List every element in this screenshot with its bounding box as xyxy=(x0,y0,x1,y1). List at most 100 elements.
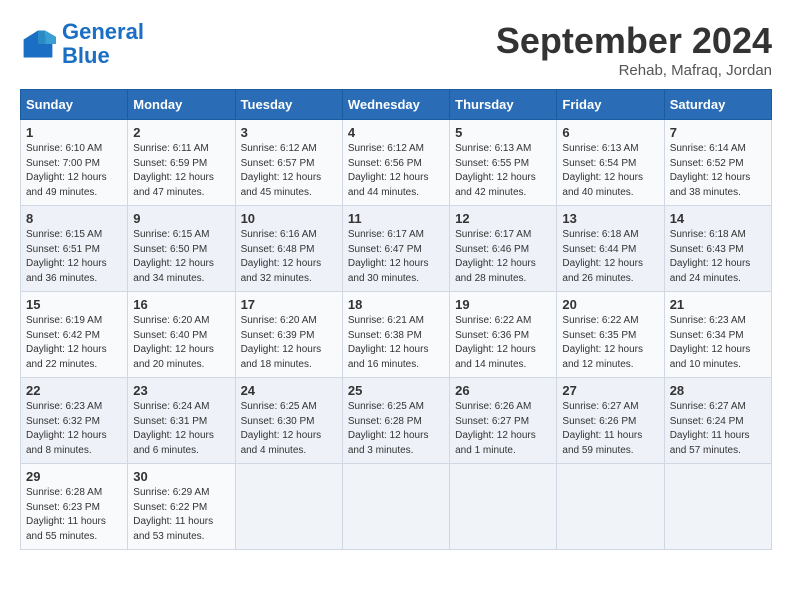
day-number: 13 xyxy=(562,211,658,226)
day-info: Sunrise: 6:11 AM Sunset: 6:59 PM Dayligh… xyxy=(133,142,229,200)
title-block: September 2024 Rehab, Mafraq, Jordan xyxy=(496,20,772,79)
day-info: Sunrise: 6:13 AM Sunset: 6:54 PM Dayligh… xyxy=(562,142,658,200)
calendar-cell: 27 Sunrise: 6:27 AM Sunset: 6:26 PM Dayli… xyxy=(557,378,664,464)
day-number: 20 xyxy=(562,297,658,312)
column-header-thursday: Thursday xyxy=(450,90,557,120)
day-number: 21 xyxy=(670,297,766,312)
calendar-cell: 2 Sunrise: 6:11 AM Sunset: 6:59 PM Daylig… xyxy=(128,120,235,206)
day-info: Sunrise: 6:24 AM Sunset: 6:31 PM Dayligh… xyxy=(133,400,229,458)
calendar-cell: 29Sunrise: 6:28 AM Sunset: 6:23 PM Dayli… xyxy=(21,464,128,550)
calendar-cell: 23 Sunrise: 6:24 AM Sunset: 6:31 PM Dayli… xyxy=(128,378,235,464)
page-header: General Blue September 2024 Rehab, Mafra… xyxy=(20,20,772,79)
day-number: 11 xyxy=(348,211,444,226)
calendar-cell: 28 Sunrise: 6:27 AM Sunset: 6:24 PM Dayli… xyxy=(664,378,771,464)
day-number: 28 xyxy=(670,383,766,398)
day-number: 30 xyxy=(133,469,229,484)
calendar-cell: 19Sunrise: 6:22 AM Sunset: 6:36 PM Dayli… xyxy=(450,292,557,378)
day-info: Sunrise: 6:12 AM Sunset: 6:57 PM Dayligh… xyxy=(241,142,337,200)
day-number: 2 xyxy=(133,125,229,140)
location-subtitle: Rehab, Mafraq, Jordan xyxy=(496,62,772,79)
day-info: Sunrise: 6:16 AM Sunset: 6:48 PM Dayligh… xyxy=(241,228,337,286)
day-info: Sunrise: 6:22 AM Sunset: 6:36 PM Dayligh… xyxy=(455,314,551,372)
logo-text: General Blue xyxy=(62,20,144,68)
calendar-cell xyxy=(450,464,557,550)
calendar-cell: 16 Sunrise: 6:20 AM Sunset: 6:40 PM Dayli… xyxy=(128,292,235,378)
day-number: 23 xyxy=(133,383,229,398)
calendar-cell: 12 Sunrise: 6:17 AM Sunset: 6:46 PM Dayli… xyxy=(450,206,557,292)
day-info: Sunrise: 6:20 AM Sunset: 6:39 PM Dayligh… xyxy=(241,314,337,372)
day-number: 10 xyxy=(241,211,337,226)
day-number: 8 xyxy=(26,211,122,226)
day-info: Sunrise: 6:25 AM Sunset: 6:28 PM Dayligh… xyxy=(348,400,444,458)
day-info: Sunrise: 6:27 AM Sunset: 6:24 PM Dayligh… xyxy=(670,400,766,458)
day-info: Sunrise: 6:27 AM Sunset: 6:26 PM Dayligh… xyxy=(562,400,658,458)
calendar-cell: 1 Sunrise: 6:10 AM Sunset: 7:00 PM Daylig… xyxy=(21,120,128,206)
calendar-cell: 17 Sunrise: 6:20 AM Sunset: 6:39 PM Dayli… xyxy=(235,292,342,378)
month-title: September 2024 xyxy=(496,20,772,62)
day-number: 3 xyxy=(241,125,337,140)
calendar-cell xyxy=(342,464,449,550)
day-number: 26 xyxy=(455,383,551,398)
calendar-week-5: 29Sunrise: 6:28 AM Sunset: 6:23 PM Dayli… xyxy=(21,464,772,550)
day-info: Sunrise: 6:10 AM Sunset: 7:00 PM Dayligh… xyxy=(26,142,122,200)
day-info: Sunrise: 6:20 AM Sunset: 6:40 PM Dayligh… xyxy=(133,314,229,372)
day-number: 22 xyxy=(26,383,122,398)
column-header-sunday: Sunday xyxy=(21,90,128,120)
calendar-cell: 24Sunrise: 6:25 AM Sunset: 6:30 PM Dayli… xyxy=(235,378,342,464)
day-info: Sunrise: 6:23 AM Sunset: 6:34 PM Dayligh… xyxy=(670,314,766,372)
calendar-header-row: SundayMondayTuesdayWednesdayThursdayFrid… xyxy=(21,90,772,120)
day-info: Sunrise: 6:18 AM Sunset: 6:44 PM Dayligh… xyxy=(562,228,658,286)
column-header-saturday: Saturday xyxy=(664,90,771,120)
calendar-cell: 18 Sunrise: 6:21 AM Sunset: 6:38 PM Dayli… xyxy=(342,292,449,378)
calendar-cell: 10 Sunrise: 6:16 AM Sunset: 6:48 PM Dayli… xyxy=(235,206,342,292)
day-info: Sunrise: 6:21 AM Sunset: 6:38 PM Dayligh… xyxy=(348,314,444,372)
calendar-cell: 30 Sunrise: 6:29 AM Sunset: 6:22 PM Dayli… xyxy=(128,464,235,550)
calendar-cell: 21 Sunrise: 6:23 AM Sunset: 6:34 PM Dayli… xyxy=(664,292,771,378)
calendar-week-3: 15Sunrise: 6:19 AM Sunset: 6:42 PM Dayli… xyxy=(21,292,772,378)
day-number: 18 xyxy=(348,297,444,312)
calendar-cell: 26 Sunrise: 6:26 AM Sunset: 6:27 PM Dayli… xyxy=(450,378,557,464)
calendar-cell: 9 Sunrise: 6:15 AM Sunset: 6:50 PM Daylig… xyxy=(128,206,235,292)
logo: General Blue xyxy=(20,20,144,68)
day-number: 1 xyxy=(26,125,122,140)
calendar-cell: 5 Sunrise: 6:13 AM Sunset: 6:55 PM Daylig… xyxy=(450,120,557,206)
day-info: Sunrise: 6:15 AM Sunset: 6:51 PM Dayligh… xyxy=(26,228,122,286)
day-number: 29 xyxy=(26,469,122,484)
day-number: 6 xyxy=(562,125,658,140)
day-info: Sunrise: 6:17 AM Sunset: 6:46 PM Dayligh… xyxy=(455,228,551,286)
day-info: Sunrise: 6:22 AM Sunset: 6:35 PM Dayligh… xyxy=(562,314,658,372)
calendar-cell xyxy=(664,464,771,550)
day-info: Sunrise: 6:29 AM Sunset: 6:22 PM Dayligh… xyxy=(133,486,229,544)
day-number: 25 xyxy=(348,383,444,398)
calendar-cell: 6 Sunrise: 6:13 AM Sunset: 6:54 PM Daylig… xyxy=(557,120,664,206)
day-number: 7 xyxy=(670,125,766,140)
calendar-cell: 3 Sunrise: 6:12 AM Sunset: 6:57 PM Daylig… xyxy=(235,120,342,206)
day-info: Sunrise: 6:23 AM Sunset: 6:32 PM Dayligh… xyxy=(26,400,122,458)
day-info: Sunrise: 6:25 AM Sunset: 6:30 PM Dayligh… xyxy=(241,400,337,458)
calendar-cell: 8 Sunrise: 6:15 AM Sunset: 6:51 PM Daylig… xyxy=(21,206,128,292)
day-info: Sunrise: 6:12 AM Sunset: 6:56 PM Dayligh… xyxy=(348,142,444,200)
day-info: Sunrise: 6:15 AM Sunset: 6:50 PM Dayligh… xyxy=(133,228,229,286)
day-info: Sunrise: 6:17 AM Sunset: 6:47 PM Dayligh… xyxy=(348,228,444,286)
logo-icon xyxy=(20,26,56,62)
calendar-cell: 25 Sunrise: 6:25 AM Sunset: 6:28 PM Dayli… xyxy=(342,378,449,464)
column-header-wednesday: Wednesday xyxy=(342,90,449,120)
calendar-cell: 20 Sunrise: 6:22 AM Sunset: 6:35 PM Dayli… xyxy=(557,292,664,378)
calendar-cell: 7Sunrise: 6:14 AM Sunset: 6:52 PM Daylig… xyxy=(664,120,771,206)
column-header-monday: Monday xyxy=(128,90,235,120)
day-number: 9 xyxy=(133,211,229,226)
day-number: 17 xyxy=(241,297,337,312)
day-info: Sunrise: 6:18 AM Sunset: 6:43 PM Dayligh… xyxy=(670,228,766,286)
calendar-cell: 22 Sunrise: 6:23 AM Sunset: 6:32 PM Dayli… xyxy=(21,378,128,464)
calendar-table: SundayMondayTuesdayWednesdayThursdayFrid… xyxy=(20,89,772,550)
calendar-week-1: 1 Sunrise: 6:10 AM Sunset: 7:00 PM Daylig… xyxy=(21,120,772,206)
day-number: 5 xyxy=(455,125,551,140)
day-number: 15 xyxy=(26,297,122,312)
day-info: Sunrise: 6:13 AM Sunset: 6:55 PM Dayligh… xyxy=(455,142,551,200)
day-info: Sunrise: 6:26 AM Sunset: 6:27 PM Dayligh… xyxy=(455,400,551,458)
day-number: 12 xyxy=(455,211,551,226)
calendar-cell: 15Sunrise: 6:19 AM Sunset: 6:42 PM Dayli… xyxy=(21,292,128,378)
day-number: 16 xyxy=(133,297,229,312)
column-header-friday: Friday xyxy=(557,90,664,120)
day-number: 27 xyxy=(562,383,658,398)
